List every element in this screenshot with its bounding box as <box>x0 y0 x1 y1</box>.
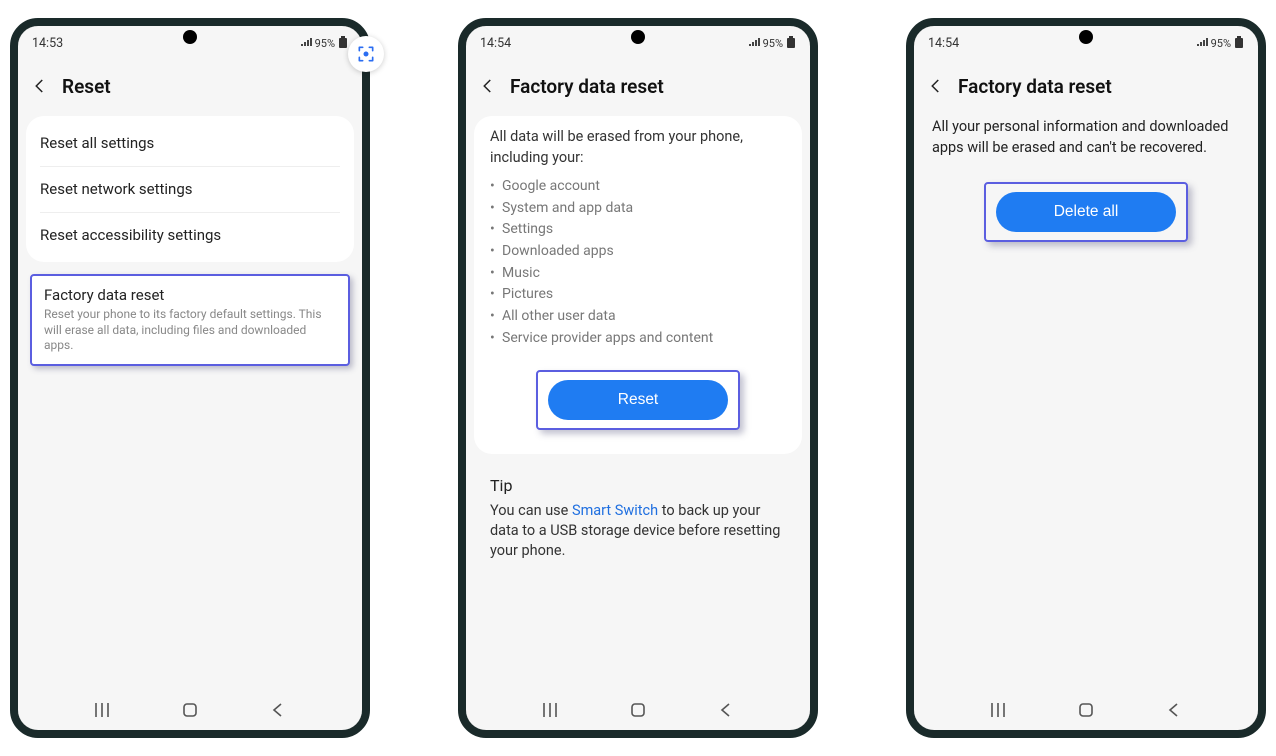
erase-info-card: All data will be erased from your phone,… <box>474 116 802 454</box>
home-icon[interactable] <box>179 699 201 721</box>
signal-icon <box>748 37 760 50</box>
phone-mockup-3: 14:54 95% Factory data reset All your pe… <box>906 18 1266 738</box>
signal-icon <box>1196 37 1208 50</box>
factory-data-reset-item[interactable]: Factory data reset Reset your phone to i… <box>30 274 350 366</box>
battery-pct: 95% <box>1211 37 1231 50</box>
back-button[interactable] <box>476 74 500 98</box>
battery-pct: 95% <box>315 37 335 50</box>
bullet-item: Pictures <box>502 284 786 306</box>
reset-accessibility-settings[interactable]: Reset accessibility settings <box>26 212 354 258</box>
page-title: Factory data reset <box>958 75 1112 98</box>
phone-mockup-2: 14:54 95% Factory data reset All data wi… <box>458 18 818 738</box>
bullet-item: All other user data <box>502 306 786 328</box>
back-icon[interactable] <box>1163 699 1185 721</box>
reset-button[interactable]: Reset <box>548 380 728 420</box>
smart-switch-link[interactable]: Smart Switch <box>572 502 658 519</box>
back-button[interactable] <box>28 74 52 98</box>
settings-list: Reset all settings Reset network setting… <box>26 116 354 262</box>
camera-hole <box>631 30 645 44</box>
battery-pct: 95% <box>763 37 783 50</box>
page-title: Reset <box>62 75 111 98</box>
bullet-item: Google account <box>502 176 786 198</box>
status-time: 14:54 <box>928 36 959 51</box>
battery-icon <box>338 36 348 51</box>
tip-heading: Tip <box>474 454 802 501</box>
battery-icon <box>786 36 796 51</box>
factory-data-reset-title: Factory data reset <box>44 286 336 304</box>
battery-icon <box>1234 36 1244 51</box>
status-right: 95% <box>1196 36 1244 51</box>
page-title: Factory data reset <box>510 75 664 98</box>
bullet-item: Music <box>502 263 786 285</box>
back-icon[interactable] <box>267 699 289 721</box>
bixby-vision-badge[interactable] <box>348 36 384 72</box>
status-time: 14:53 <box>32 36 63 51</box>
camera-hole <box>183 30 197 44</box>
phone-mockup-1: 14:53 95% Reset Reset all settings Reset… <box>10 18 370 738</box>
bullet-item: Service provider apps and content <box>502 328 786 350</box>
home-icon[interactable] <box>1075 699 1097 721</box>
bullet-item: Downloaded apps <box>502 241 786 263</box>
nav-bar <box>914 690 1258 730</box>
home-icon[interactable] <box>627 699 649 721</box>
status-time: 14:54 <box>480 36 511 51</box>
camera-hole <box>1079 30 1093 44</box>
delete-all-button-highlight: Delete all <box>984 182 1188 242</box>
recents-icon[interactable] <box>539 699 561 721</box>
reset-all-settings[interactable]: Reset all settings <box>26 120 354 166</box>
page-header: Factory data reset <box>914 56 1258 116</box>
status-right: 95% <box>748 36 796 51</box>
signal-icon <box>300 37 312 50</box>
bullet-item: System and app data <box>502 198 786 220</box>
nav-bar <box>18 690 362 730</box>
back-button[interactable] <box>924 74 948 98</box>
recents-icon[interactable] <box>91 699 113 721</box>
status-right: 95% <box>300 36 348 51</box>
factory-data-reset-sub: Reset your phone to its factory default … <box>44 307 336 354</box>
nav-bar <box>466 690 810 730</box>
back-icon[interactable] <box>715 699 737 721</box>
reset-button-highlight: Reset <box>536 370 740 430</box>
erase-lead: All data will be erased from your phone,… <box>474 120 802 172</box>
confirm-lead: All your personal information and downlo… <box>922 116 1250 168</box>
page-header: Reset <box>18 56 362 116</box>
delete-all-button[interactable]: Delete all <box>996 192 1176 232</box>
tip-body: You can use Smart Switch to back up your… <box>474 501 802 562</box>
bullet-item: Settings <box>502 219 786 241</box>
recents-icon[interactable] <box>987 699 1009 721</box>
erase-bullets: Google account System and app data Setti… <box>474 172 802 360</box>
page-header: Factory data reset <box>466 56 810 116</box>
reset-network-settings[interactable]: Reset network settings <box>26 166 354 212</box>
